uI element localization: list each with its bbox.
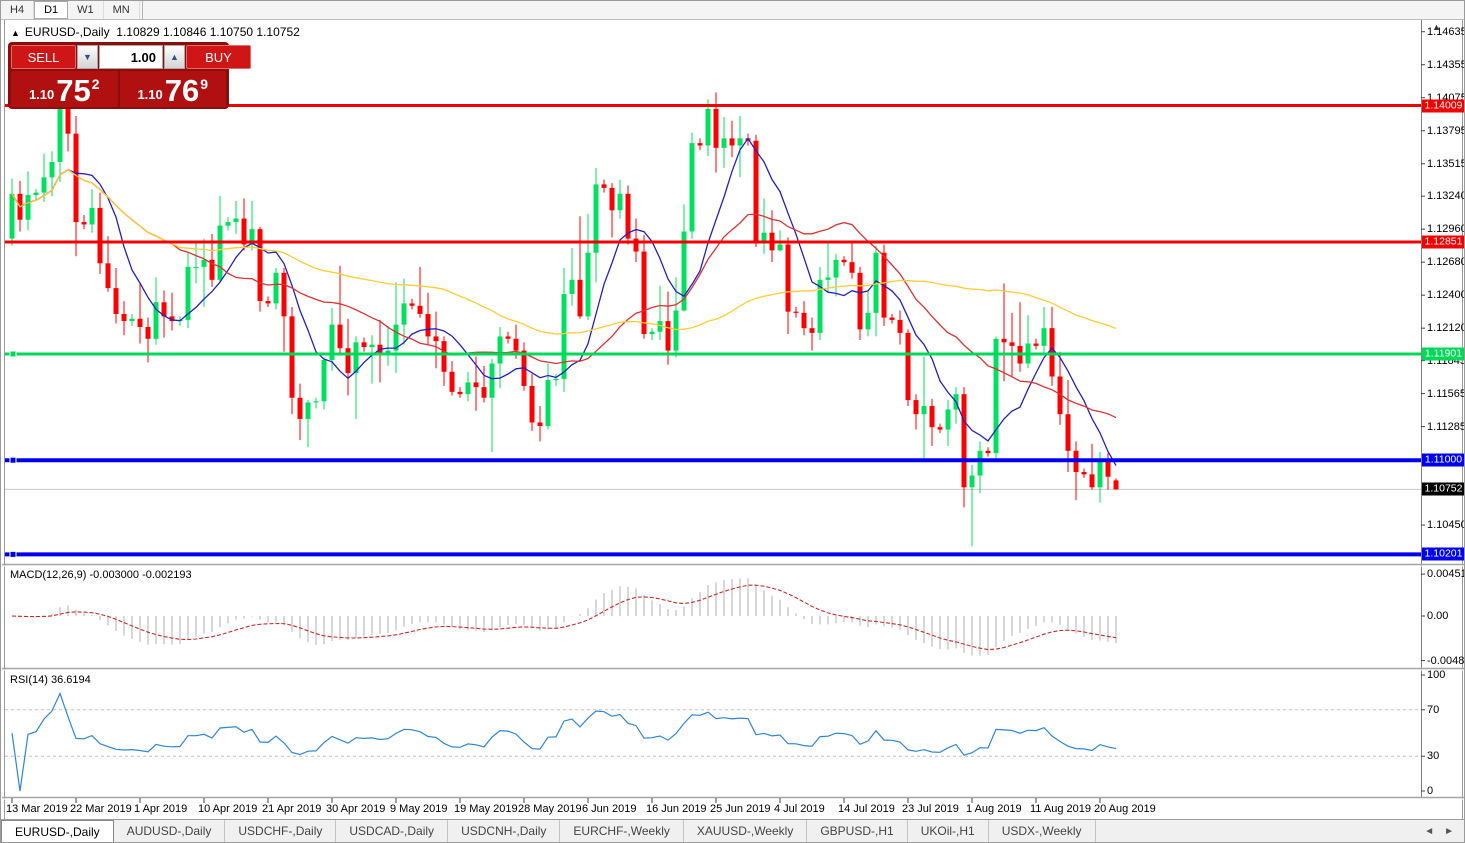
date-axis-label: 1 Aug 2019 (966, 803, 1022, 815)
date-axis-label: 11 Aug 2019 (1030, 803, 1091, 815)
sell-price-sup: 2 (92, 76, 100, 92)
price-scale-tick: 1.13515 (1427, 158, 1465, 170)
price-scale-tick: 1.12120 (1427, 322, 1465, 334)
rsi-scale-tick: 70 (1427, 704, 1439, 716)
date-axis-label: 4 Jul 2019 (774, 803, 825, 815)
level-line-handle[interactable] (10, 551, 16, 557)
date-axis-label: 14 Jul 2019 (838, 803, 895, 815)
sell-price-prefix: 1.10 (29, 87, 54, 102)
trade-panel-collapse-icon[interactable]: ▲ (11, 28, 20, 38)
date-axis-label: 28 May 2019 (518, 803, 582, 815)
buy-price-big: 76 (165, 76, 199, 106)
price-level-badge: 1.12851 (1422, 236, 1465, 249)
date-axis-label: 25 Jun 2019 (710, 803, 771, 815)
volume-increase-button[interactable]: ▲ (164, 45, 185, 69)
level-line-handle[interactable] (10, 351, 16, 357)
chart-tab-xauusd-weekly[interactable]: XAUUSD-,Weekly (684, 820, 807, 842)
price-scale-tick: 1.12680 (1427, 256, 1465, 268)
rsi-scale-tick: 0 (1427, 785, 1433, 797)
buy-button[interactable]: BUY (186, 45, 251, 69)
date-axis-label: 20 Aug 2019 (1094, 803, 1156, 815)
date-axis-label: 30 Apr 2019 (326, 803, 385, 815)
price-scale-tick: 1.13240 (1427, 190, 1465, 202)
date-axis-label: 22 Mar 2019 (70, 803, 132, 815)
toolbar-separator (142, 1, 143, 19)
chart-tab-gbpusd-h1[interactable]: GBPUSD-,H1 (807, 820, 907, 842)
price-level-badge: 1.10752 (1422, 483, 1465, 496)
price-scale-tick: 1.10450 (1427, 519, 1465, 531)
price-scale-tick: 1.14355 (1427, 59, 1465, 71)
price-level-badge: 1.11901 (1422, 348, 1465, 361)
date-axis-label: 9 May 2019 (390, 803, 447, 815)
trading-terminal-window: H4D1W1MN ▲ EURUSD-,Daily 1.10829 1.10846 … (0, 0, 1465, 843)
sell-price-big: 75 (56, 76, 90, 106)
tab-scroll-right-icon[interactable]: ► (1444, 826, 1454, 837)
symbol-timeframe-label: EURUSD-,Daily (25, 25, 110, 39)
chart-tab-eurchf-weekly[interactable]: EURCHF-,Weekly (560, 820, 683, 842)
date-axis-label: 1 Apr 2019 (134, 803, 187, 815)
scale-top-arrow-icon[interactable]: ▲ (1432, 22, 1441, 32)
timeframe-button-d1[interactable]: D1 (34, 1, 68, 19)
rsi-scale-tick: 30 (1427, 750, 1439, 762)
chart-canvas[interactable] (1, 1, 1465, 843)
date-axis-label: 21 Apr 2019 (262, 803, 321, 815)
buy-price-display[interactable]: 1.10 76 9 (120, 71, 227, 107)
sell-button[interactable]: SELL (11, 45, 76, 69)
price-level-badge: 1.11000 (1422, 454, 1465, 467)
date-axis-label: 19 May 2019 (454, 803, 518, 815)
chart-title: ▲ EURUSD-,Daily 1.10829 1.10846 1.10750 1… (11, 25, 300, 39)
price-scale-tick: 1.13795 (1427, 125, 1465, 137)
price-scale-tick: 1.11285 (1427, 421, 1465, 433)
timeframe-button-mn[interactable]: MN (104, 1, 140, 19)
price-level-badge: 1.10201 (1422, 548, 1465, 561)
date-axis-label: 23 Jul 2019 (902, 803, 959, 815)
chart-tab-usdcad-daily[interactable]: USDCAD-,Daily (336, 820, 448, 842)
price-scale-tick: 1.12960 (1427, 223, 1465, 235)
price-scale-tick: 1.12400 (1427, 289, 1465, 301)
date-axis-label: 10 Apr 2019 (198, 803, 257, 815)
macd-indicator-label: MACD(12,26,9) -0.003000 -0.002193 (10, 569, 192, 581)
price-level-badge: 1.14009 (1422, 99, 1465, 112)
sell-price-display[interactable]: 1.10 75 2 (11, 71, 118, 107)
chart-tab-usdcnh-daily[interactable]: USDCNH-,Daily (448, 820, 560, 842)
level-line-handle[interactable] (10, 457, 16, 463)
timeframe-toolbar: H4D1W1MN (1, 1, 1464, 20)
date-axis-label: 16 Jun 2019 (646, 803, 707, 815)
volume-input[interactable] (99, 45, 163, 69)
date-axis-label: 6 Jun 2019 (582, 803, 636, 815)
macd-scale-tick: 0.004517 (1427, 568, 1465, 580)
timeframe-button-h4[interactable]: H4 (1, 1, 34, 19)
macd-scale-tick: 0.00 (1427, 610, 1448, 622)
price-scale-tick: 1.11565 (1427, 388, 1465, 400)
chart-tab-bar: EURUSD-,DailyAUDUSD-,DailyUSDCHF-,DailyU… (1, 819, 1464, 842)
volume-decrease-button[interactable]: ▼ (77, 45, 98, 69)
chart-tab-audusd-daily[interactable]: AUDUSD-,Daily (114, 820, 226, 842)
macd-scale-tick: -0.004806 (1427, 655, 1465, 667)
ohlc-values: 1.10829 1.10846 1.10750 1.10752 (116, 25, 300, 39)
one-click-trade-panel: SELL ▼ ▲ BUY 1.10 75 2 1.10 76 9 (8, 42, 229, 109)
tab-scroll-left-icon[interactable]: ◄ (1424, 826, 1434, 837)
buy-price-sup: 9 (200, 76, 208, 92)
date-axis-label: 13 Mar 2019 (6, 803, 68, 815)
rsi-indicator-label: RSI(14) 36.6194 (10, 674, 91, 686)
buy-price-prefix: 1.10 (137, 87, 162, 102)
chart-tab-usdchf-daily[interactable]: USDCHF-,Daily (225, 820, 336, 842)
rsi-scale-tick: 100 (1427, 669, 1445, 681)
chart-tab-eurusd-daily[interactable]: EURUSD-,Daily (1, 820, 114, 842)
timeframe-button-w1[interactable]: W1 (68, 1, 104, 19)
chart-tab-ukoil-h1[interactable]: UKOil-,H1 (908, 820, 989, 842)
chart-tab-usdx-weekly[interactable]: USDX-,Weekly (989, 820, 1096, 842)
tab-scroll-nav: ◄► (1414, 820, 1464, 842)
